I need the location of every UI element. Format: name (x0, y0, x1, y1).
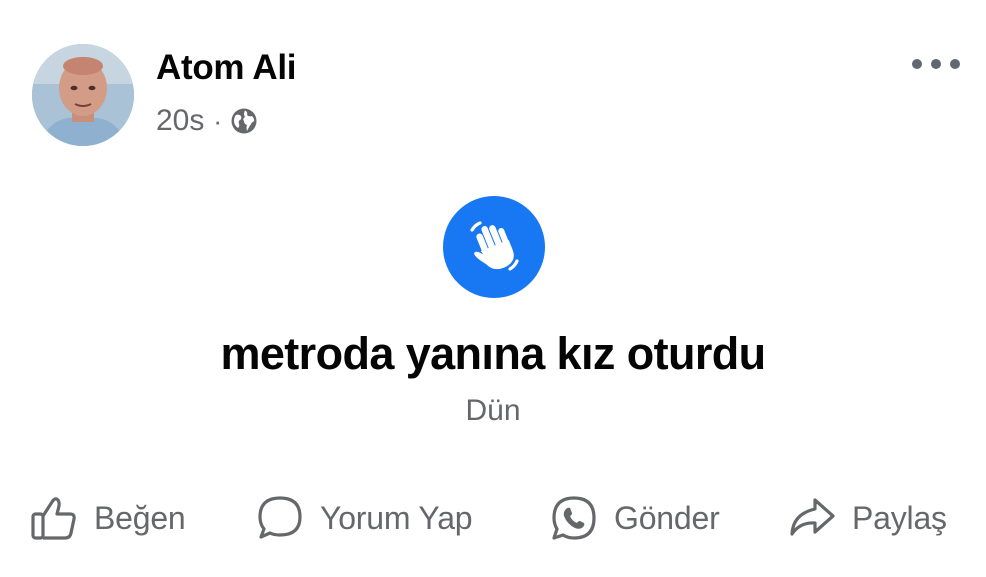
share-arrow-icon (788, 494, 836, 542)
like-button[interactable]: Beğen (30, 486, 186, 550)
send-label: Gönder (614, 499, 720, 536)
share-label: Paylaş (852, 499, 947, 536)
author-name[interactable]: Atom Ali (156, 48, 296, 88)
globe-icon[interactable] (230, 107, 258, 135)
comment-label: Yorum Yap (320, 499, 473, 536)
whatsapp-icon (550, 494, 598, 542)
comment-button[interactable]: Yorum Yap (256, 486, 473, 550)
post-time[interactable]: 20s (156, 104, 204, 138)
meta-separator: · (213, 105, 223, 136)
like-label: Beğen (94, 499, 186, 536)
post-meta: 20s · (156, 104, 258, 138)
status-badge (443, 196, 545, 298)
status-date: Dün (465, 394, 521, 427)
send-button[interactable]: Gönder (550, 486, 720, 550)
avatar[interactable] (32, 44, 134, 146)
thumbs-up-icon (30, 494, 78, 542)
waving-hand-icon (470, 221, 519, 271)
more-options-button[interactable] (905, 48, 967, 80)
status-text: metroda yanına kız oturdu (220, 328, 766, 379)
action-bar: Beğen Yorum Yap Gönder Paylaş (0, 486, 986, 550)
share-button[interactable]: Paylaş (788, 486, 947, 550)
avatar-image (32, 44, 134, 146)
comment-bubble-icon (256, 494, 304, 542)
more-options-icon (912, 59, 960, 69)
facebook-post: Atom Ali 20s · metroda yanına kız oturdu… (0, 0, 986, 577)
